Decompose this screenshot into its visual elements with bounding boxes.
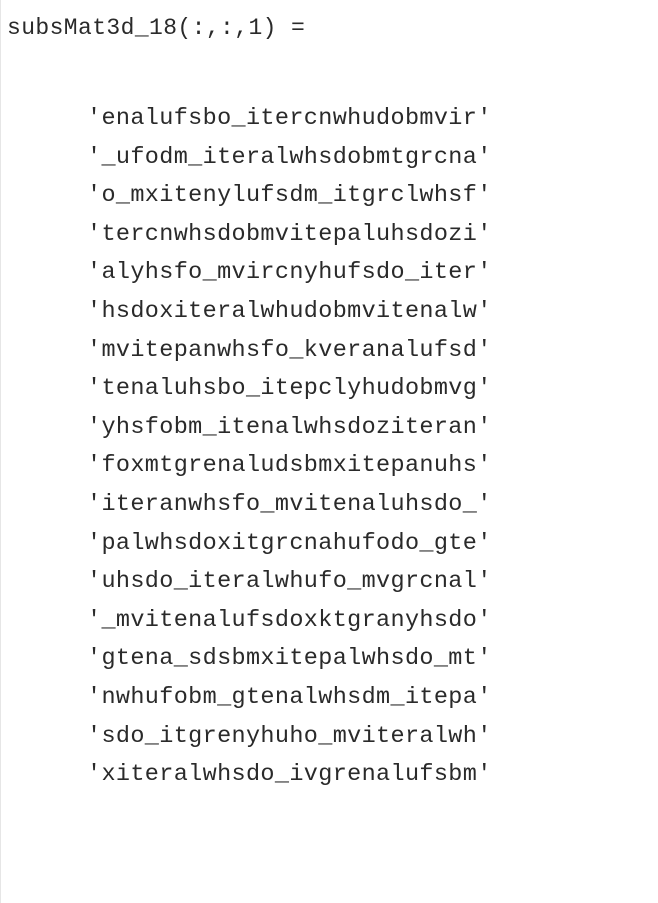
matrix-row: 'iteranwhsfo_mvitenaluhsdo_' — [87, 490, 492, 518]
command-window-output: subsMat3d_18(:,:,1) = 'enalufsbo_itercnw… — [0, 0, 658, 903]
matrix-row: 'o_mxitenylufsdm_itgrclwhsf' — [87, 182, 492, 210]
matrix-row: 'tercnwhsdobmvitepaluhsdozi' — [87, 220, 492, 248]
matrix-row: 'enalufsbo_itercnwhudobmvir' — [87, 105, 492, 132]
matrix-row: 'yhsfobm_itenalwhsdoziteran' — [87, 413, 492, 441]
matrix-row: 'tenaluhsbo_itepclyhudobmvg' — [87, 375, 492, 403]
matrix-row: 'foxmtgrenaludsbmxitepanuhs' — [87, 452, 492, 480]
matrix-row: 'palwhsdoxitgrcnahufodo_gte' — [87, 529, 492, 557]
matrix-row: '_ufodm_iteralwhsdobmtgrcna' — [87, 143, 492, 171]
matrix-row: 'sdo_itgrenyhuho_mviteralwh' — [87, 722, 492, 750]
matrix-row: 'xiteralwhsdo_ivgrenalufsbm' — [87, 761, 492, 789]
variable-header: subsMat3d_18(:,:,1) = — [7, 15, 306, 41]
matrix-row: 'uhsdo_iteralwhufo_mvgrcnal' — [87, 568, 492, 596]
matrix-row: 'hsdoxiteralwhudobmvitenalw' — [87, 297, 492, 325]
matrix-row: 'nwhufobm_gtenalwhsdm_itepa' — [87, 683, 492, 711]
matrix-row: 'mvitepanwhsfo_kveranalufsd' — [87, 336, 492, 364]
matrix-row: 'alyhsfo_mvircnyhufsdo_iter' — [87, 259, 492, 287]
string-matrix-rows: 'enalufsbo_itercnwhudobmvir' '_ufodm_ite… — [87, 100, 492, 795]
matrix-row: 'gtena_sdsbmxitepalwhsdo_mt' — [87, 645, 492, 673]
matrix-row: '_mvitenalufsdoxktgranyhsdo' — [87, 606, 492, 634]
